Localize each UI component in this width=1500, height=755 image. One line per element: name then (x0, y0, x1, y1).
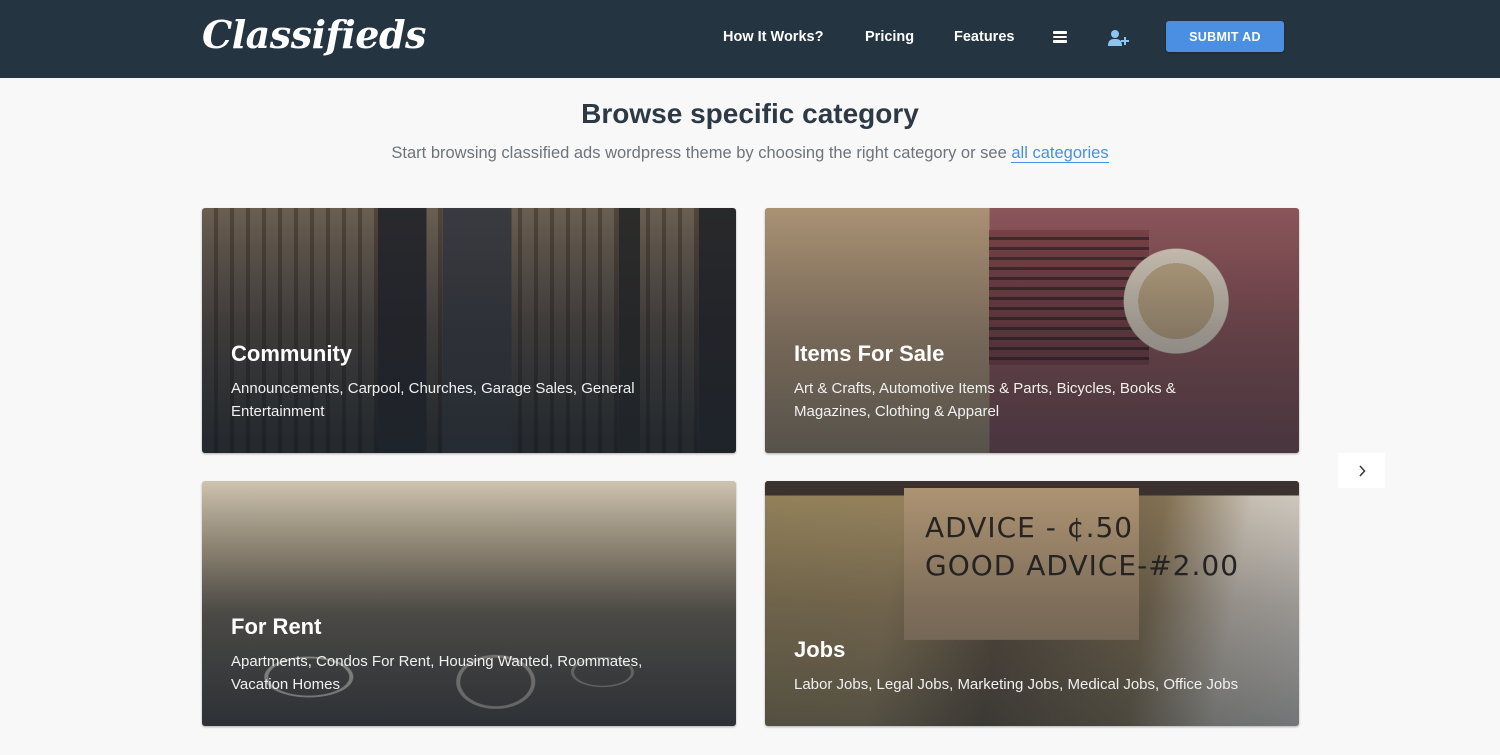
chevron-right-icon (1358, 464, 1366, 477)
menu-bar (1053, 31, 1067, 34)
card-description: Announcements, Carpool, Churches, Garage… (231, 380, 635, 420)
nav-features[interactable]: Features (954, 29, 1014, 45)
subtitle-text: Start browsing classified ads wordpress … (391, 144, 1012, 162)
nav-pricing[interactable]: Pricing (865, 29, 914, 45)
menu-bar (1053, 40, 1067, 43)
nav-how-it-works[interactable]: How It Works? (723, 29, 823, 45)
section-title: Browse specific category (581, 98, 919, 129)
hamburger-menu-icon[interactable] (1053, 31, 1067, 43)
category-card-jobs[interactable]: ADVICE - ¢.50 GOOD ADVICE-#2.00 Jobs Lab… (765, 481, 1299, 726)
card-title: Community (231, 341, 352, 366)
menu-bar (1053, 35, 1067, 38)
all-categories-link[interactable]: all categories (1011, 144, 1109, 163)
card-description: Labor Jobs, Legal Jobs, Marketing Jobs, … (794, 676, 1239, 693)
card-title: Jobs (794, 637, 846, 662)
section-subtitle: Start browsing classified ads wordpress … (0, 144, 1500, 163)
site-logo[interactable]: Classifieds (202, 12, 426, 57)
top-navbar: Classifieds How It Works? Pricing Featur… (0, 0, 1500, 78)
card-title: Items For Sale (794, 341, 945, 366)
card-description: Art & Crafts, Automotive Items & Parts, … (794, 380, 1176, 420)
user-add-icon[interactable] (1108, 29, 1130, 47)
category-card-community[interactable]: Community Announcements, Carpool, Church… (202, 208, 736, 453)
carousel-next-button[interactable] (1338, 453, 1385, 488)
card-title: For Rent (231, 614, 322, 639)
submit-ad-button[interactable]: SUBMIT AD (1166, 21, 1284, 52)
category-card-for-rent[interactable]: For Rent Apartments, Condos For Rent, Ho… (202, 481, 736, 726)
category-card-items-for-sale[interactable]: Items For Sale Art & Crafts, Automotive … (765, 208, 1299, 453)
card-description: Apartments, Condos For Rent, Housing Wan… (231, 653, 643, 693)
